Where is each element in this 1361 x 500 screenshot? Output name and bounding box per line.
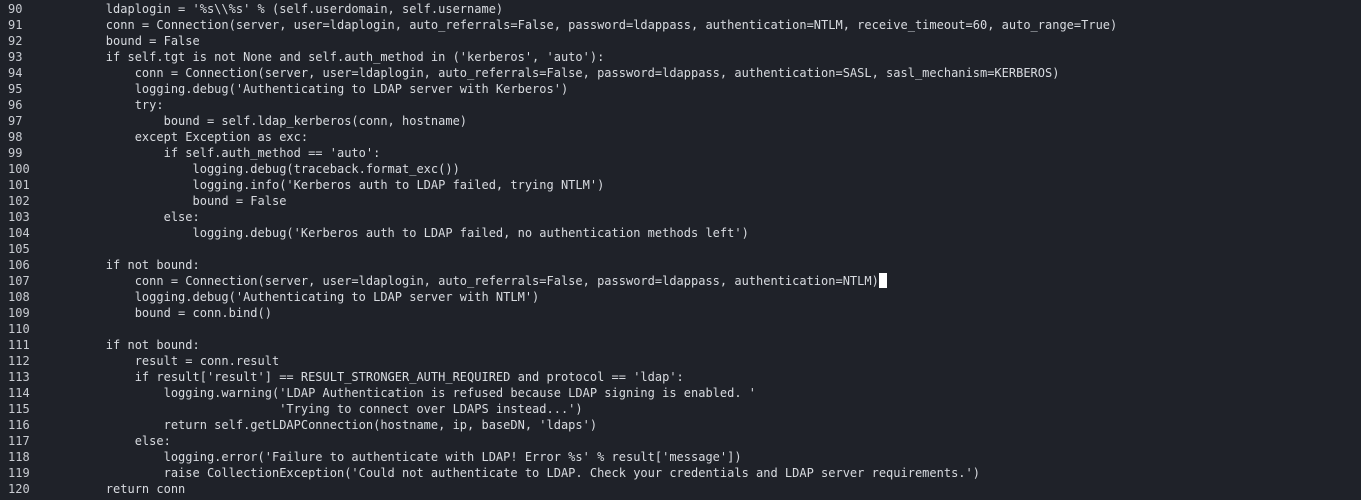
code-line[interactable]: 103 else: <box>0 209 1361 225</box>
code-line[interactable]: 95 logging.debug('Authenticating to LDAP… <box>0 81 1361 97</box>
line-number: 104 <box>8 226 30 240</box>
line-number: 111 <box>8 338 30 352</box>
code-line[interactable]: 120 return conn <box>0 481 1361 497</box>
code-line[interactable]: 102 bound = False <box>0 193 1361 209</box>
line-number: 100 <box>8 162 30 176</box>
code-text[interactable]: raise CollectionException('Could not aut… <box>48 465 980 481</box>
code-text[interactable]: logging.debug(traceback.format_exc()) <box>48 161 459 177</box>
line-number: 113 <box>8 370 30 384</box>
line-number: 97 <box>8 114 23 128</box>
line-number: 106 <box>8 258 30 272</box>
line-number: 119 <box>8 466 30 480</box>
code-line[interactable]: 114 logging.warning('LDAP Authentication… <box>0 385 1361 401</box>
code-line[interactable]: 117 else: <box>0 433 1361 449</box>
line-number: 107 <box>8 274 30 288</box>
line-number: 98 <box>8 130 23 144</box>
code-text[interactable]: logging.debug('Kerberos auth to LDAP fai… <box>48 225 748 241</box>
code-line[interactable]: 96 try: <box>0 97 1361 113</box>
line-number: 103 <box>8 210 30 224</box>
code-text[interactable]: try: <box>48 97 164 113</box>
code-line[interactable]: 94 conn = Connection(server, user=ldaplo… <box>0 65 1361 81</box>
code-line[interactable]: 106 if not bound: <box>0 257 1361 273</box>
line-number: 112 <box>8 354 30 368</box>
line-number: 93 <box>8 50 23 64</box>
code-text[interactable]: else: <box>48 433 171 449</box>
code-line[interactable]: 90 ldaplogin = '%s\\%s' % (self.userdoma… <box>0 1 1361 17</box>
code-text[interactable]: if not bound: <box>48 257 200 273</box>
code-line[interactable]: 110 <box>0 321 1361 337</box>
code-text[interactable]: return self.getLDAPConnection(hostname, … <box>48 417 597 433</box>
line-number: 115 <box>8 402 30 416</box>
code-line[interactable]: 116 return self.getLDAPConnection(hostna… <box>0 417 1361 433</box>
code-text[interactable]: except Exception as exc: <box>48 129 308 145</box>
code-line[interactable]: 107 conn = Connection(server, user=ldapl… <box>0 273 1361 289</box>
code-line[interactable]: 98 except Exception as exc: <box>0 129 1361 145</box>
code-line[interactable]: 91 conn = Connection(server, user=ldaplo… <box>0 17 1361 33</box>
line-number: 92 <box>8 34 23 48</box>
code-text[interactable]: logging.warning('LDAP Authentication is … <box>48 385 756 401</box>
code-line[interactable]: 105 <box>0 241 1361 257</box>
code-line[interactable]: 119 raise CollectionException('Could not… <box>0 465 1361 481</box>
code-line[interactable]: 104 logging.debug('Kerberos auth to LDAP… <box>0 225 1361 241</box>
code-text[interactable]: return conn <box>48 481 185 497</box>
line-number: 118 <box>8 450 30 464</box>
line-number: 91 <box>8 18 23 32</box>
code-line[interactable]: 108 logging.debug('Authenticating to LDA… <box>0 289 1361 305</box>
text-cursor <box>878 273 887 288</box>
code-text[interactable]: 'Trying to connect over LDAPS instead...… <box>48 401 582 417</box>
code-text[interactable]: ldaplogin = '%s\\%s' % (self.userdomain,… <box>48 1 503 17</box>
code-line[interactable]: 113 if result['result'] == RESULT_STRONG… <box>0 369 1361 385</box>
code-text[interactable]: bound = False <box>48 33 200 49</box>
code-text[interactable]: conn = Connection(server, user=ldaplogin… <box>48 17 1117 33</box>
line-number: 116 <box>8 418 30 432</box>
code-line[interactable]: 97 bound = self.ldap_kerberos(conn, host… <box>0 113 1361 129</box>
code-line[interactable]: 115 'Trying to connect over LDAPS instea… <box>0 401 1361 417</box>
code-line[interactable]: 100 logging.debug(traceback.format_exc()… <box>0 161 1361 177</box>
line-number: 120 <box>8 482 30 496</box>
line-number: 95 <box>8 82 23 96</box>
code-line[interactable]: 93 if self.tgt is not None and self.auth… <box>0 49 1361 65</box>
code-text[interactable]: logging.info('Kerberos auth to LDAP fail… <box>48 177 604 193</box>
code-editor[interactable]: 90 ldaplogin = '%s\\%s' % (self.userdoma… <box>0 0 1361 500</box>
line-number: 101 <box>8 178 30 192</box>
line-number: 96 <box>8 98 23 112</box>
code-text[interactable]: else: <box>48 209 200 225</box>
code-text[interactable]: if self.tgt is not None and self.auth_me… <box>48 49 605 65</box>
code-text[interactable]: if result['result'] == RESULT_STRONGER_A… <box>48 369 684 385</box>
code-line[interactable]: 111 if not bound: <box>0 337 1361 353</box>
line-number: 94 <box>8 66 23 80</box>
line-number: 110 <box>8 322 30 336</box>
line-number: 117 <box>8 434 30 448</box>
line-number: 114 <box>8 386 30 400</box>
line-number: 90 <box>8 2 23 16</box>
code-text[interactable]: conn = Connection(server, user=ldaplogin… <box>48 65 1060 81</box>
code-text[interactable]: bound = self.ldap_kerberos(conn, hostnam… <box>48 113 467 129</box>
line-number: 105 <box>8 242 30 256</box>
code-text[interactable]: conn = Connection(server, user=ldaplogin… <box>48 273 887 289</box>
code-text[interactable]: bound = conn.bind() <box>48 305 272 321</box>
code-line[interactable]: 101 logging.info('Kerberos auth to LDAP … <box>0 177 1361 193</box>
line-number: 108 <box>8 290 30 304</box>
code-line[interactable]: 112 result = conn.result <box>0 353 1361 369</box>
code-line[interactable]: 109 bound = conn.bind() <box>0 305 1361 321</box>
line-number: 109 <box>8 306 30 320</box>
code-line[interactable]: 118 logging.error('Failure to authentica… <box>0 449 1361 465</box>
code-text[interactable]: bound = False <box>48 193 286 209</box>
code-line[interactable]: 92 bound = False <box>0 33 1361 49</box>
code-text[interactable]: logging.error('Failure to authenticate w… <box>48 449 742 465</box>
code-text[interactable]: logging.debug('Authenticating to LDAP se… <box>48 289 540 305</box>
line-number: 99 <box>8 146 23 160</box>
line-number: 102 <box>8 194 30 208</box>
code-text[interactable]: result = conn.result <box>48 353 280 369</box>
code-text[interactable]: if not bound: <box>48 337 200 353</box>
code-text[interactable]: logging.debug('Authenticating to LDAP se… <box>48 81 568 97</box>
code-text[interactable]: if self.auth_method == 'auto': <box>48 145 381 161</box>
code-line[interactable]: 99 if self.auth_method == 'auto': <box>0 145 1361 161</box>
